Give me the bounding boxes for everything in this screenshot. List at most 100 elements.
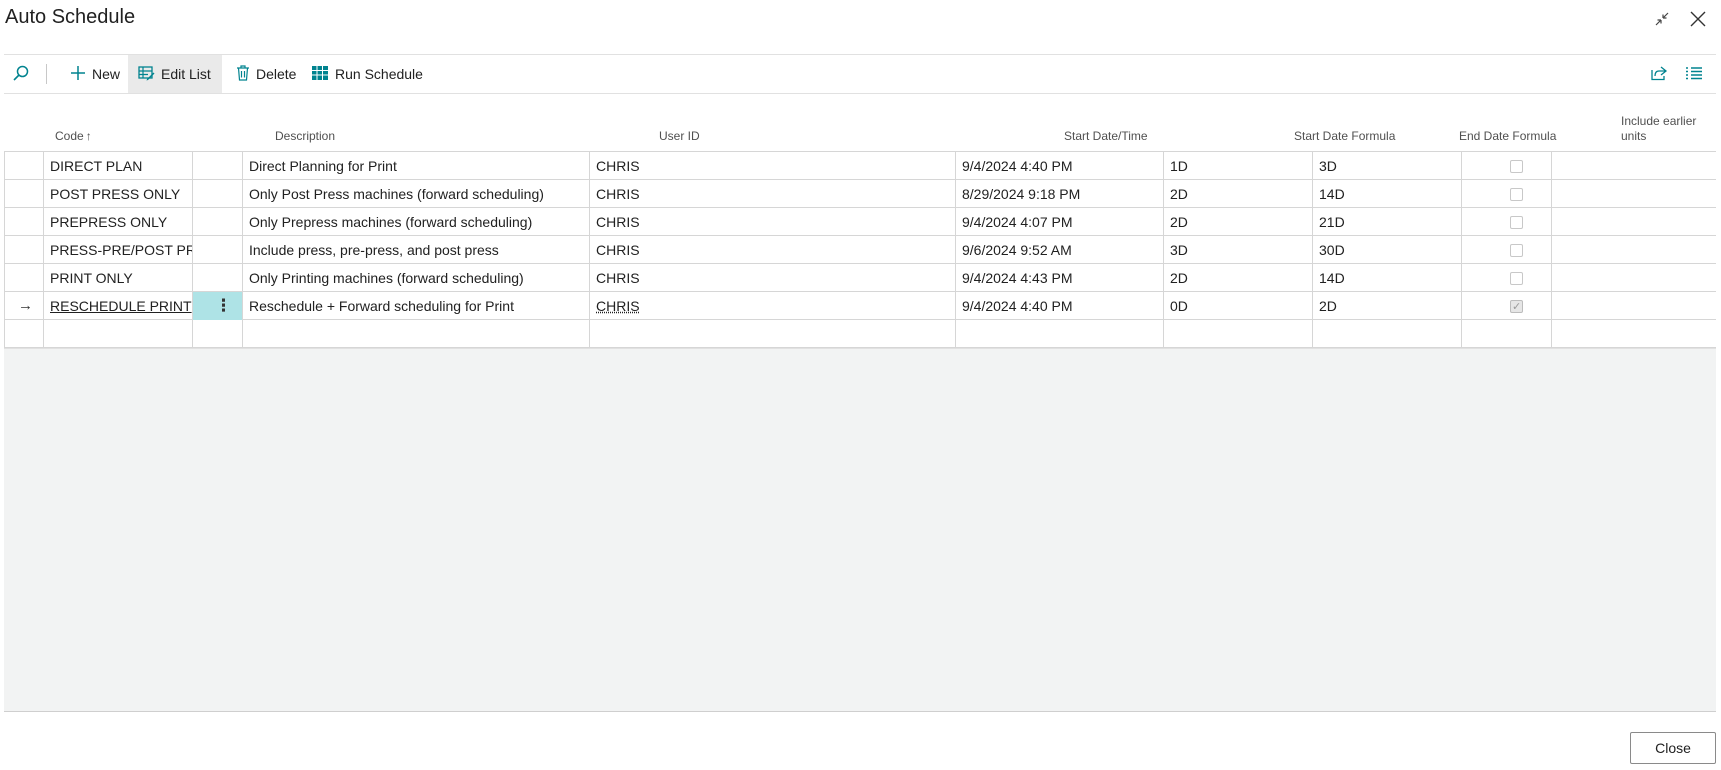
column-header-code[interactable]: Code ↑ (55, 129, 92, 144)
cell-description[interactable]: Only Prepress machines (forward scheduli… (243, 208, 590, 236)
cell-user-id[interactable]: CHRIS (590, 180, 956, 208)
delete-label: Delete (256, 66, 297, 82)
cell-description[interactable]: Direct Planning for Print (243, 152, 590, 180)
cell-menu[interactable] (193, 208, 243, 236)
cell-description[interactable]: Only Printing machines (forward scheduli… (243, 264, 590, 292)
run-schedule-button[interactable]: Run Schedule (301, 55, 433, 93)
table-row[interactable]: PRINT ONLY Only Printing machines (forwar… (4, 264, 1716, 292)
cell-include-earlier[interactable] (1462, 236, 1552, 264)
cell-marker[interactable] (4, 180, 44, 208)
search-button[interactable] (4, 55, 44, 93)
delete-button[interactable]: Delete (226, 55, 306, 93)
cell-menu[interactable] (193, 320, 243, 348)
cell-user-id[interactable]: CHRIS (590, 208, 956, 236)
include-earlier-checkbox[interactable] (1510, 160, 1523, 173)
cell-start-formula[interactable]: 2D (1164, 264, 1313, 292)
cell-user-id[interactable] (590, 320, 956, 348)
cell-code[interactable]: RESCHEDULE PRINT (44, 292, 193, 320)
include-earlier-checkbox[interactable] (1510, 188, 1523, 201)
cell-description[interactable]: Reschedule + Forward scheduling for Prin… (243, 292, 590, 320)
cell-user-id[interactable]: CHRIS (590, 292, 956, 320)
cell-end-formula[interactable]: 30D (1313, 236, 1462, 264)
cell-description[interactable] (243, 320, 590, 348)
new-button[interactable]: New (60, 55, 130, 93)
cell-menu[interactable] (193, 236, 243, 264)
table-row[interactable]: POST PRESS ONLY Only Post Press machines … (4, 180, 1716, 208)
include-earlier-checkbox[interactable] (1510, 216, 1523, 229)
cell-menu[interactable] (193, 152, 243, 180)
cell-include-earlier[interactable] (1462, 264, 1552, 292)
cell-description[interactable]: Only Post Press machines (forward schedu… (243, 180, 590, 208)
cell-start-formula[interactable]: 3D (1164, 236, 1313, 264)
row-actions-icon[interactable]: ⋮ (215, 292, 232, 320)
cell-marker[interactable] (4, 236, 44, 264)
user-id-text: CHRIS (596, 186, 640, 202)
cell-menu[interactable] (193, 180, 243, 208)
cell-start-formula[interactable]: 1D (1164, 152, 1313, 180)
table-row[interactable]: DIRECT PLAN Direct Planning for Print CHRI… (4, 152, 1716, 180)
cell-menu[interactable]: ⋮ (193, 292, 243, 320)
cell-end-formula[interactable]: 3D (1313, 152, 1462, 180)
table-row[interactable]: PRESS-PRE/POST PRESS Include press, pre-p… (4, 236, 1716, 264)
cell-start-datetime[interactable]: 9/4/2024 4:40 PM (956, 152, 1164, 180)
close-button[interactable]: Close (1630, 732, 1716, 764)
column-header-start-formula[interactable]: Start Date Formula (1294, 129, 1395, 144)
column-header-include-earlier[interactable]: Include earlier units (1621, 114, 1713, 144)
table-row[interactable]: PREPRESS ONLY Only Prepress machines (for… (4, 208, 1716, 236)
cell-start-datetime[interactable]: 9/4/2024 4:07 PM (956, 208, 1164, 236)
cell-marker[interactable] (4, 320, 44, 348)
user-id-text: CHRIS (596, 214, 640, 230)
list-view-button[interactable] (1679, 55, 1715, 93)
cell-end-formula[interactable]: 21D (1313, 208, 1462, 236)
column-header-start-datetime[interactable]: Start Date/Time (1064, 129, 1148, 144)
cell-start-formula[interactable]: 2D (1164, 208, 1313, 236)
include-earlier-checkbox[interactable] (1510, 244, 1523, 257)
trash-icon (236, 64, 256, 84)
cell-marker[interactable]: → (4, 292, 44, 320)
cell-start-formula[interactable]: 2D (1164, 180, 1313, 208)
cell-start-formula[interactable]: 0D (1164, 292, 1313, 320)
cell-user-id[interactable]: CHRIS (590, 152, 956, 180)
cell-end-formula[interactable]: 2D (1313, 292, 1462, 320)
cell-include-earlier[interactable] (1462, 152, 1552, 180)
share-button[interactable] (1644, 55, 1680, 93)
cell-start-datetime[interactable]: 9/6/2024 9:52 AM (956, 236, 1164, 264)
cell-start-datetime[interactable]: 9/4/2024 4:40 PM (956, 292, 1164, 320)
cell-end-formula[interactable] (1313, 320, 1462, 348)
cell-code[interactable] (44, 320, 193, 348)
cell-include-earlier[interactable] (1462, 208, 1552, 236)
cell-include-earlier[interactable] (1462, 292, 1552, 320)
cell-marker[interactable] (4, 264, 44, 292)
cell-start-formula[interactable] (1164, 320, 1313, 348)
cell-user-id[interactable]: CHRIS (590, 236, 956, 264)
include-earlier-checkbox[interactable] (1510, 293, 1523, 320)
cell-marker[interactable] (4, 208, 44, 236)
cell-code[interactable]: PRESS-PRE/POST PRESS (44, 236, 193, 264)
empty-list-area (4, 348, 1716, 712)
edit-list-button[interactable]: Edit List (128, 55, 222, 93)
close-icon[interactable] (1687, 8, 1709, 30)
collapse-arrows-icon[interactable] (1651, 8, 1673, 30)
table-row[interactable]: → RESCHEDULE PRINT ⋮ Reschedule + Forward s… (4, 292, 1716, 320)
cell-start-datetime[interactable]: 8/29/2024 9:18 PM (956, 180, 1164, 208)
column-header-description[interactable]: Description (275, 129, 335, 144)
column-header-user-id[interactable]: User ID (659, 129, 700, 144)
cell-start-datetime[interactable] (956, 320, 1164, 348)
search-icon (12, 64, 36, 85)
cell-end-formula[interactable]: 14D (1313, 180, 1462, 208)
cell-code[interactable]: PRINT ONLY (44, 264, 193, 292)
cell-marker[interactable] (4, 152, 44, 180)
cell-code[interactable]: DIRECT PLAN (44, 152, 193, 180)
empty-new-row[interactable] (4, 320, 1716, 348)
cell-end-formula[interactable]: 14D (1313, 264, 1462, 292)
cell-menu[interactable] (193, 264, 243, 292)
cell-code[interactable]: PREPRESS ONLY (44, 208, 193, 236)
cell-code[interactable]: POST PRESS ONLY (44, 180, 193, 208)
cell-include-earlier[interactable] (1462, 180, 1552, 208)
cell-include-earlier[interactable] (1462, 320, 1552, 348)
include-earlier-checkbox[interactable] (1510, 272, 1523, 285)
cell-description[interactable]: Include press, pre-press, and post press (243, 236, 590, 264)
cell-start-datetime[interactable]: 9/4/2024 4:43 PM (956, 264, 1164, 292)
cell-user-id[interactable]: CHRIS (590, 264, 956, 292)
column-header-end-formula[interactable]: End Date Formula (1459, 129, 1556, 144)
